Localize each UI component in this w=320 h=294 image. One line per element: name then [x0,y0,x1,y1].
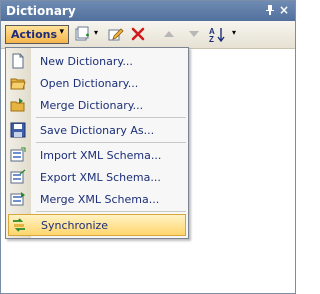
menu-item-import-xml-schema[interactable]: Import XML Schema... [6,144,188,166]
menu-item-label: Export XML Schema... [40,171,161,184]
menu-item-open-dictionary[interactable]: Open Dictionary... [6,72,188,94]
menu-separator [36,211,186,212]
edit-icon[interactable] [108,26,124,42]
new-document-icon [10,53,26,69]
synchronize-icon [11,217,27,233]
actions-dropdown-menu: New Dictionary... Open Dictionary... Mer… [5,47,189,239]
menu-item-save-dictionary-as[interactable]: Save Dictionary As... [6,119,188,141]
pin-icon[interactable] [265,4,275,19]
menu-item-synchronize[interactable]: Synchronize [8,214,186,236]
menu-item-label: Import XML Schema... [40,149,162,162]
panel-title-bar: Dictionary × [1,1,295,21]
menu-separator [36,142,186,143]
menu-item-new-dictionary[interactable]: New Dictionary... [6,50,188,72]
merge-xml-icon [10,191,26,207]
open-folder-icon [10,75,26,91]
merge-folder-icon [10,97,26,113]
menu-item-merge-dictionary[interactable]: Merge Dictionary... [6,94,188,116]
toolbar: Actions ▾ ▾ A Z ▾ [1,21,295,49]
sort-dropdown-icon[interactable]: ▾ [232,28,236,37]
save-disk-icon [10,122,26,138]
menu-item-label: Save Dictionary As... [40,124,155,137]
move-down-icon[interactable] [186,26,202,42]
menu-item-export-xml-schema[interactable]: Export XML Schema... [6,166,188,188]
svg-text:Z: Z [209,35,214,44]
add-dropdown-icon[interactable]: ▾ [94,28,98,37]
export-xml-icon [10,169,26,185]
delete-icon[interactable] [130,26,146,42]
panel-title: Dictionary [6,4,76,18]
actions-label: Actions [11,28,57,41]
close-icon[interactable]: × [279,3,289,17]
add-item-icon[interactable] [74,26,90,42]
import-xml-icon [10,147,26,163]
dictionary-panel: Dictionary × Actions ▾ ▾ A Z ▾ New Dicti… [0,0,296,294]
menu-item-label: Merge Dictionary... [40,99,144,112]
chevron-down-icon: ▾ [59,27,64,37]
move-up-icon[interactable] [161,26,177,42]
menu-item-merge-xml-schema[interactable]: Merge XML Schema... [6,188,188,210]
menu-item-label: Merge XML Schema... [40,193,160,206]
sort-az-icon[interactable]: A Z [208,26,225,44]
menu-item-label: New Dictionary... [40,55,133,68]
actions-menu-button[interactable]: Actions ▾ [5,25,69,44]
menu-separator [36,117,186,118]
menu-item-label: Synchronize [41,219,109,232]
menu-item-label: Open Dictionary... [40,77,139,90]
